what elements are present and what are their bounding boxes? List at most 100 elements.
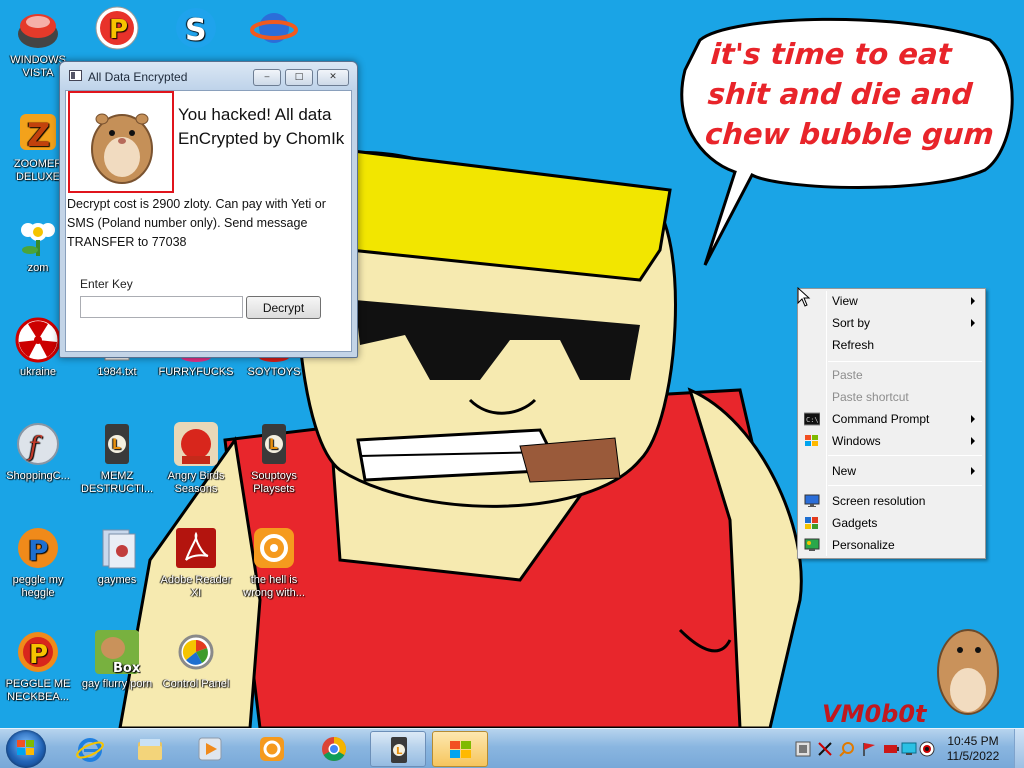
menu-separator	[828, 361, 982, 362]
ransom-window[interactable]: All Data Encrypted ‒ □ ✕ You hacked! All…	[59, 61, 358, 358]
submenu-arrow-icon	[971, 319, 975, 327]
taskbar-internet-explorer[interactable]	[62, 731, 118, 767]
desktop-icon-peggle-me-neckbea[interactable]: P PEGGLE ME NECKBEA...	[0, 628, 76, 704]
svg-text:Z: Z	[27, 116, 50, 154]
personalize-icon	[804, 538, 820, 551]
svg-text:L: L	[112, 437, 121, 453]
submenu-arrow-icon	[971, 415, 975, 423]
menu-item-gadgets[interactable]: Gadgets	[800, 512, 983, 534]
menu-item-personalize[interactable]: Personalize	[800, 534, 983, 556]
menu-item-command-prompt[interactable]: C:\ Command Prompt	[800, 408, 983, 430]
menu-item-new[interactable]: New	[800, 460, 983, 482]
desktop-icon-label: Adobe Reader XI	[160, 574, 232, 599]
peggle-icon: P	[18, 528, 58, 568]
explorer-folder-icon	[138, 739, 162, 760]
desktop-icon-memz[interactable]: L MEMZ DESTRUCTI...	[79, 420, 155, 496]
desktop-icon-control-panel[interactable]: Control Panel	[158, 628, 234, 691]
start-button[interactable]	[6, 730, 46, 768]
tray-search-icon[interactable]	[839, 741, 855, 757]
tray-flag-icon[interactable]	[861, 741, 877, 757]
desktop-icon-label: PEGGLE ME NECKBEA...	[5, 678, 71, 703]
minimize-button[interactable]: ‒	[253, 69, 281, 86]
menu-item-screen-resolution[interactable]: Screen resolution	[800, 490, 983, 512]
system-tray[interactable]	[790, 729, 935, 768]
desktop-icon-label: the hell is wrong with...	[243, 574, 305, 599]
svg-text:L: L	[396, 746, 403, 757]
window-titlebar[interactable]: All Data Encrypted ‒ □ ✕	[60, 62, 357, 90]
speech-bubble-text: it's time to eat shit and die and chew b…	[704, 37, 996, 151]
tray-tools-icon[interactable]	[817, 741, 833, 757]
submenu-arrow-icon	[971, 437, 975, 445]
tray-volume-icon[interactable]	[919, 741, 935, 757]
desktop-icon-adobe-reader[interactable]: Adobe Reader XI	[158, 524, 234, 600]
tray-battery-icon[interactable]	[883, 741, 899, 757]
desktop-icon-souptoys[interactable]: L Souptoys Playsets	[236, 420, 312, 496]
desktop-icon-label: Souptoys Playsets	[251, 470, 297, 495]
desktop-icon-shoppingc[interactable]: f ShoppingC...	[0, 420, 76, 483]
tray-network-icon[interactable]	[901, 741, 917, 757]
control-panel-icon	[178, 634, 214, 670]
desktop-icon-gaymes[interactable]: gaymes	[79, 524, 155, 587]
peggle-icon: P	[18, 632, 58, 672]
maximize-button[interactable]: □	[285, 69, 313, 86]
taskbar-ransom-window[interactable]	[432, 731, 488, 767]
flash-icon: f	[17, 423, 59, 465]
menu-separator	[828, 455, 982, 456]
desktop-icon-gay-flurry-porn[interactable]: Box gay flurry porn	[79, 628, 155, 691]
desktop-icon-label: gay flurry porn	[81, 678, 153, 690]
ransom-message: Decrypt cost is 2900 zloty. Can pay with…	[67, 197, 326, 249]
menu-item-windows[interactable]: Windows	[800, 430, 983, 452]
desktop-icon-peggle-p[interactable]: P	[79, 4, 155, 54]
desktop-icon-uc-browser[interactable]: the hell is wrong with...	[236, 524, 312, 600]
menu-item-sort-by[interactable]: Sort by	[800, 312, 983, 334]
menu-item-view[interactable]: View	[800, 290, 983, 312]
show-desktop-button[interactable]	[1014, 729, 1024, 768]
desktop-icon-label: FURRYFUCKS	[158, 366, 234, 378]
ransom-headline: You hacked! All data EnCrypted by ChomIk	[178, 105, 345, 148]
taskbar-clock[interactable]: 10:45 PM 11/5/2022	[936, 734, 1010, 764]
menu-item-label: Screen resolution	[832, 494, 926, 508]
peggle-p-icon: P	[95, 6, 139, 50]
menu-item-label: Sort by	[832, 316, 871, 330]
window-client-area: You hacked! All data EnCrypted by ChomIk…	[65, 90, 352, 352]
taskbar-chrome[interactable]	[306, 731, 362, 767]
svg-text:P: P	[109, 15, 128, 45]
adobe-reader-icon	[176, 528, 216, 568]
desktop-icon-angry-birds[interactable]: Angry Birds Seasons	[158, 420, 234, 496]
desktop-context-menu[interactable]: View Sort by Refresh Paste Paste shortcu…	[797, 288, 986, 559]
taskbar[interactable]: L 10:45 PM 11/5/2022	[0, 728, 1024, 768]
chrome-icon	[322, 736, 346, 762]
souptoys-icon: L	[262, 424, 286, 464]
close-button[interactable]: ✕	[317, 69, 349, 86]
menu-item-label: Paste shortcut	[832, 390, 909, 404]
taskbar-windows-explorer[interactable]	[122, 731, 178, 767]
tray-app-icon[interactable]	[795, 741, 811, 757]
svg-text:S: S	[185, 13, 207, 48]
menu-separator	[828, 485, 982, 486]
uc-browser-icon	[254, 528, 294, 568]
uc-browser-icon	[260, 737, 284, 761]
menu-item-label: Paste	[832, 368, 863, 382]
menu-item-label: Refresh	[832, 338, 875, 352]
desktop-icon-skype[interactable]: S	[158, 4, 234, 54]
taskbar-uc-browser[interactable]	[244, 731, 300, 767]
cmd-icon: C:\	[804, 412, 820, 426]
desktop-icon-peggle-my-heggle[interactable]: P peggle my heggle	[0, 524, 76, 600]
desktop-icon-label: ShoppingC...	[6, 470, 70, 482]
desktop-icon-label: ukraine	[19, 366, 57, 378]
desktop[interactable]: it's time to eat shit and die and chew b…	[0, 0, 1024, 728]
key-input[interactable]	[80, 296, 243, 318]
menu-item-label: Command Prompt	[832, 412, 930, 426]
decrypt-button[interactable]: Decrypt	[246, 296, 321, 319]
cigar	[519, 437, 621, 483]
vista-orb-icon	[18, 14, 58, 48]
menu-item-label: Windows	[832, 434, 881, 448]
menu-item-label: View	[832, 294, 858, 308]
taskbar-media-player[interactable]	[182, 731, 238, 767]
desktop-icon-globe[interactable]	[236, 4, 312, 54]
menu-item-refresh[interactable]: Refresh	[800, 334, 983, 356]
key-label: Enter Key	[80, 277, 133, 291]
menu-item-label: New	[832, 464, 857, 478]
clock-date: 11/5/2022	[946, 749, 1000, 763]
taskbar-memz-window[interactable]: L	[370, 731, 426, 767]
